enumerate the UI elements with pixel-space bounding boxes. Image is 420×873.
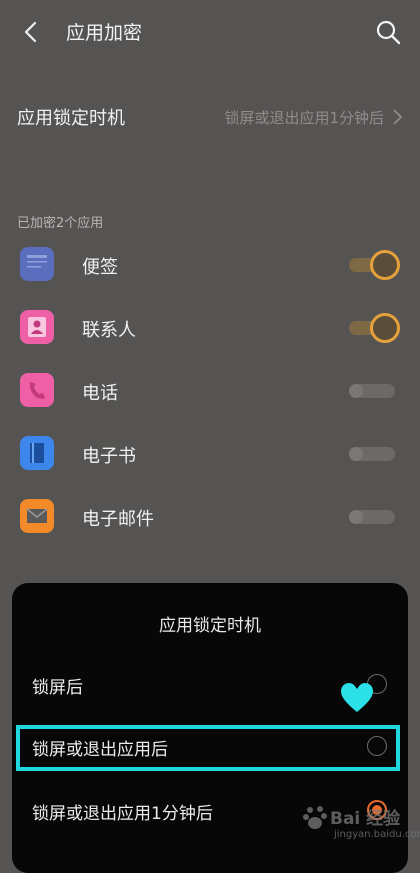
heart-icon [341, 683, 373, 712]
app-lock-toggle[interactable] [349, 313, 400, 343]
app-lock-toggle[interactable] [349, 378, 397, 404]
watermark-text: Bai 经验 [330, 809, 401, 829]
header: 应用加密 [0, 0, 420, 66]
phone-icon [20, 373, 54, 407]
page-title: 应用加密 [66, 22, 143, 44]
app-name: 电子书 [82, 446, 136, 467]
option-label: 锁屏或退出应用1分钟后 [32, 804, 213, 824]
contact-icon [20, 310, 54, 344]
app-row-contacts: 联系人 [0, 299, 420, 355]
paw-icon [303, 806, 327, 829]
search-icon[interactable] [374, 18, 402, 46]
app-row-notes: 便签 [0, 236, 420, 292]
lock-timing-label: 应用锁定时机 [17, 108, 125, 129]
app-name: 电话 [82, 383, 118, 404]
lock-timing-value: 锁屏或退出应用1分钟后 [224, 109, 384, 127]
back-icon[interactable] [20, 20, 44, 44]
app-name: 电子邮件 [82, 509, 154, 530]
mail-icon [20, 499, 54, 533]
watermark-url: jingyan.baidu.com [334, 829, 420, 840]
app-row-phone: 电话 [0, 362, 420, 418]
app-name: 便签 [82, 257, 118, 278]
sheet-title: 应用锁定时机 [159, 616, 261, 636]
app-lock-toggle[interactable] [349, 504, 397, 530]
app-row-mail: 电子邮件 [0, 488, 420, 544]
app-lock-toggle[interactable] [349, 441, 397, 467]
chevron-right-icon [393, 109, 403, 125]
app-name: 联系人 [82, 320, 136, 341]
option-label: 锁屏后 [32, 678, 83, 698]
watermark: Bai 经验 jingyan.baidu.com [300, 800, 420, 850]
app-lock-toggle[interactable] [349, 250, 400, 280]
ebook-icon [20, 436, 54, 470]
encrypted-section-label: 已加密2个应用 [17, 216, 104, 231]
app-row-ebook: 电子书 [0, 425, 420, 481]
highlight-box [16, 725, 400, 771]
lock-timing-row[interactable]: 应用锁定时机 锁屏或退出应用1分钟后 [0, 88, 420, 144]
note-icon [20, 247, 54, 281]
